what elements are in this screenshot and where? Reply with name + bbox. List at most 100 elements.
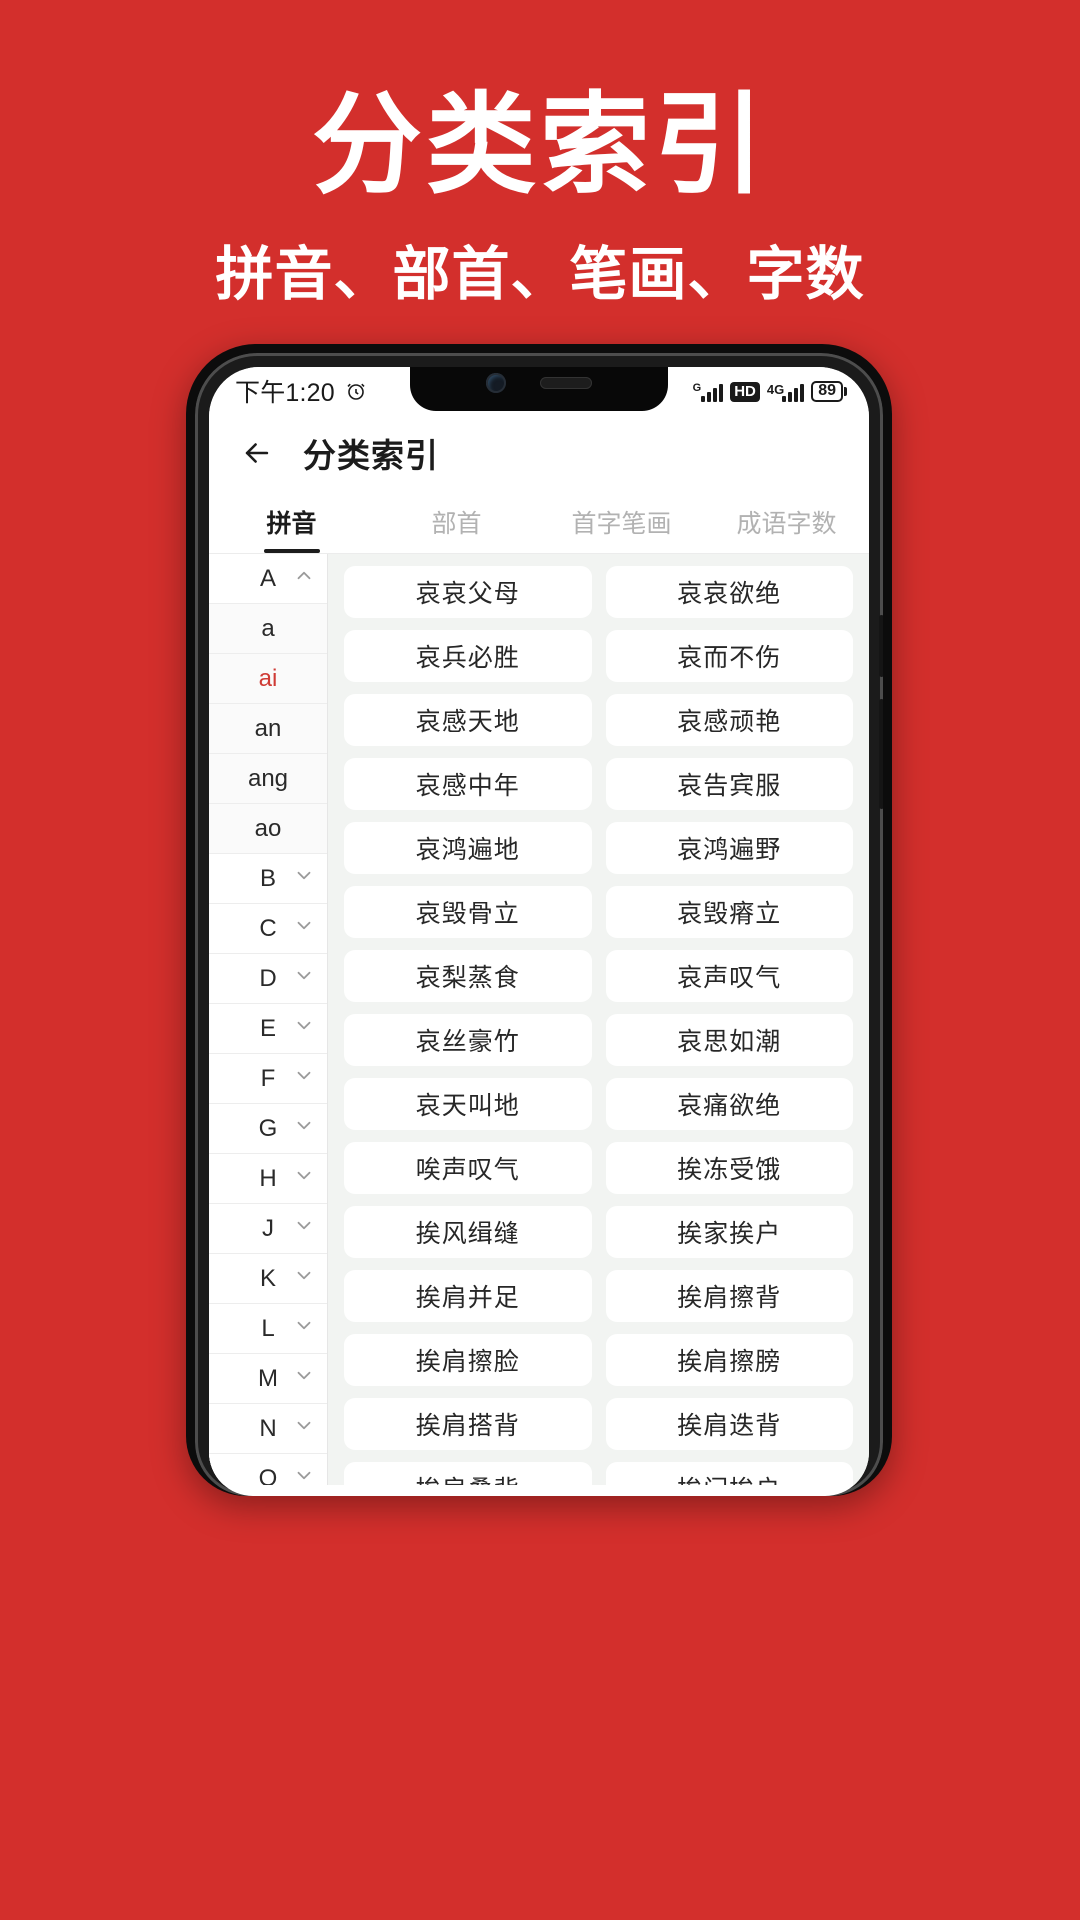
tab-bar: 拼音 部首 首字笔画 成语字数 [209, 491, 869, 553]
idiom-cell[interactable]: 哀感天地 [344, 694, 592, 746]
chevron-down-icon[interactable] [293, 1164, 315, 1193]
phone-mockup: 下午1:20 G HD 4G 89 分类索引 拼音 部首 首字笔画 成语字数 A… [186, 344, 892, 1496]
app-bar: 分类索引 [209, 415, 869, 491]
sidebar-item-o[interactable]: O [209, 1454, 327, 1485]
idiom-cell[interactable]: 哀鸿遍野 [605, 822, 853, 874]
sidebar-item-label: ang [247, 764, 289, 792]
sidebar-item-label: J [262, 1214, 274, 1242]
idiom-cell[interactable]: 哀哀父母 [344, 566, 592, 618]
idiom-cell[interactable]: 哀声叹气 [605, 950, 853, 1002]
sidebar-item-ai[interactable]: ai [209, 654, 327, 704]
signal-strength-1-icon: G [693, 382, 724, 402]
sidebar-item-m[interactable]: M [209, 1354, 327, 1404]
sidebar-item-n[interactable]: N [209, 1404, 327, 1454]
sidebar-item-j[interactable]: J [209, 1204, 327, 1254]
power-button[interactable] [879, 699, 883, 809]
index-content: Aa ai an ang ao B C D E F G H J K L M N O 哀哀父母 哀哀欲绝 哀兵必胜 哀而不… [209, 554, 869, 1485]
tab-pinyin[interactable]: 拼音 [209, 491, 374, 553]
idiom-cell[interactable]: 哀感中年 [344, 758, 592, 810]
idiom-row: 哀天叫地 哀痛欲绝 [328, 1078, 869, 1142]
sidebar-item-label: L [261, 1314, 275, 1342]
sidebar-item-label: K [259, 1264, 276, 1292]
sidebar-item-a[interactable]: a [209, 604, 327, 654]
idiom-cell[interactable]: 挨肩迭背 [605, 1398, 853, 1450]
chevron-down-icon[interactable] [293, 1214, 315, 1243]
idiom-row: 哀感天地 哀感顽艳 [328, 694, 869, 758]
idiom-cell[interactable]: 哀痛欲绝 [605, 1078, 853, 1130]
sidebar-item-label: ai [258, 664, 278, 692]
tab-radical[interactable]: 部首 [374, 491, 539, 553]
sidebar-item-g[interactable]: G [209, 1104, 327, 1154]
idiom-grid[interactable]: 哀哀父母 哀哀欲绝 哀兵必胜 哀而不伤 哀感天地 哀感顽艳 哀感中年 哀告宾服 哀鸿遍地 哀鸿遍野… [328, 554, 869, 1485]
status-icons: G HD 4G 89 [693, 380, 847, 402]
sidebar-item-c[interactable]: C [209, 904, 327, 954]
volume-button[interactable] [879, 615, 883, 677]
sidebar-item-label: O [258, 1464, 278, 1486]
idiom-cell[interactable]: 哀鸿遍地 [344, 822, 592, 874]
chevron-down-icon[interactable] [293, 964, 315, 993]
idiom-cell[interactable]: 哀思如潮 [605, 1014, 853, 1066]
sidebar-item-ao[interactable]: ao [209, 804, 327, 854]
idiom-cell[interactable]: 哀兵必胜 [344, 630, 592, 682]
idiom-cell[interactable]: 挨门挨户 [605, 1462, 853, 1485]
idiom-cell[interactable]: 挨冻受饿 [605, 1142, 853, 1194]
signal-strength-2-icon: 4G [767, 382, 805, 402]
sidebar-item-f[interactable]: F [209, 1054, 327, 1104]
idiom-cell[interactable]: 唉声叹气 [344, 1142, 592, 1194]
sidebar-item-a[interactable]: A [209, 554, 327, 604]
battery-icon: 89 [811, 380, 847, 402]
chevron-down-icon[interactable] [293, 1014, 315, 1043]
idiom-cell[interactable]: 哀天叫地 [344, 1078, 592, 1130]
idiom-row: 哀毁骨立 哀毁瘠立 [328, 886, 869, 950]
sidebar-item-label: F [260, 1064, 276, 1092]
idiom-cell[interactable]: 哀梨蒸食 [344, 950, 592, 1002]
idiom-cell[interactable]: 哀毁骨立 [344, 886, 592, 938]
idiom-row: 哀兵必胜 哀而不伤 [328, 630, 869, 694]
sidebar-item-label: H [259, 1164, 277, 1192]
idiom-cell[interactable]: 哀哀欲绝 [605, 566, 853, 618]
page-title: 分类索引 [303, 436, 439, 475]
sidebar-item-ang[interactable]: ang [209, 754, 327, 804]
sidebar-item-an[interactable]: an [209, 704, 327, 754]
idiom-cell[interactable]: 挨风缉缝 [344, 1206, 592, 1258]
tab-idiom-char-count[interactable]: 成语字数 [704, 491, 869, 553]
idiom-cell[interactable]: 哀毁瘠立 [605, 886, 853, 938]
idiom-cell[interactable]: 挨肩叠背 [344, 1462, 592, 1485]
idiom-cell[interactable]: 挨家挨户 [605, 1206, 853, 1258]
idiom-cell[interactable]: 哀告宾服 [605, 758, 853, 810]
sidebar-item-d[interactable]: D [209, 954, 327, 1004]
idiom-cell[interactable]: 挨肩擦背 [605, 1270, 853, 1322]
idiom-cell[interactable]: 挨肩擦膀 [605, 1334, 853, 1386]
chevron-down-icon[interactable] [293, 1064, 315, 1093]
sidebar-item-b[interactable]: B [209, 854, 327, 904]
promo-title: 分类索引 [312, 81, 768, 209]
sidebar-item-k[interactable]: K [209, 1254, 327, 1304]
pinyin-sidebar[interactable]: Aa ai an ang ao B C D E F G H J K L M N O [209, 554, 328, 1485]
back-arrow-icon[interactable] [233, 429, 281, 477]
sidebar-item-h[interactable]: H [209, 1154, 327, 1204]
idiom-cell[interactable]: 哀感顽艳 [605, 694, 853, 746]
hd-voice-icon: HD [730, 381, 760, 402]
chevron-down-icon[interactable] [293, 1464, 315, 1485]
sidebar-item-e[interactable]: E [209, 1004, 327, 1054]
idiom-cell[interactable]: 挨肩搭背 [344, 1398, 592, 1450]
idiom-row: 哀丝豪竹 哀思如潮 [328, 1014, 869, 1078]
sidebar-item-label: B [259, 864, 276, 892]
chevron-down-icon[interactable] [293, 864, 315, 893]
chevron-up-icon[interactable] [293, 564, 315, 593]
tab-first-char-strokes[interactable]: 首字笔画 [539, 491, 704, 553]
chevron-down-icon[interactable] [293, 914, 315, 943]
chevron-down-icon[interactable] [293, 1364, 315, 1393]
sidebar-item-l[interactable]: L [209, 1304, 327, 1354]
idiom-cell[interactable]: 哀而不伤 [605, 630, 853, 682]
chevron-down-icon[interactable] [293, 1314, 315, 1343]
chevron-down-icon[interactable] [293, 1414, 315, 1443]
phone-screen: 下午1:20 G HD 4G 89 分类索引 拼音 部首 首字笔画 成语字数 A… [209, 367, 869, 1496]
chevron-down-icon[interactable] [293, 1264, 315, 1293]
idiom-cell[interactable]: 哀丝豪竹 [344, 1014, 592, 1066]
idiom-cell[interactable]: 挨肩擦脸 [344, 1334, 592, 1386]
idiom-row: 挨肩叠背挨门挨户 [328, 1462, 869, 1485]
chevron-down-icon[interactable] [293, 1114, 315, 1143]
idiom-cell[interactable]: 挨肩并足 [344, 1270, 592, 1322]
sidebar-item-label: an [254, 714, 282, 742]
